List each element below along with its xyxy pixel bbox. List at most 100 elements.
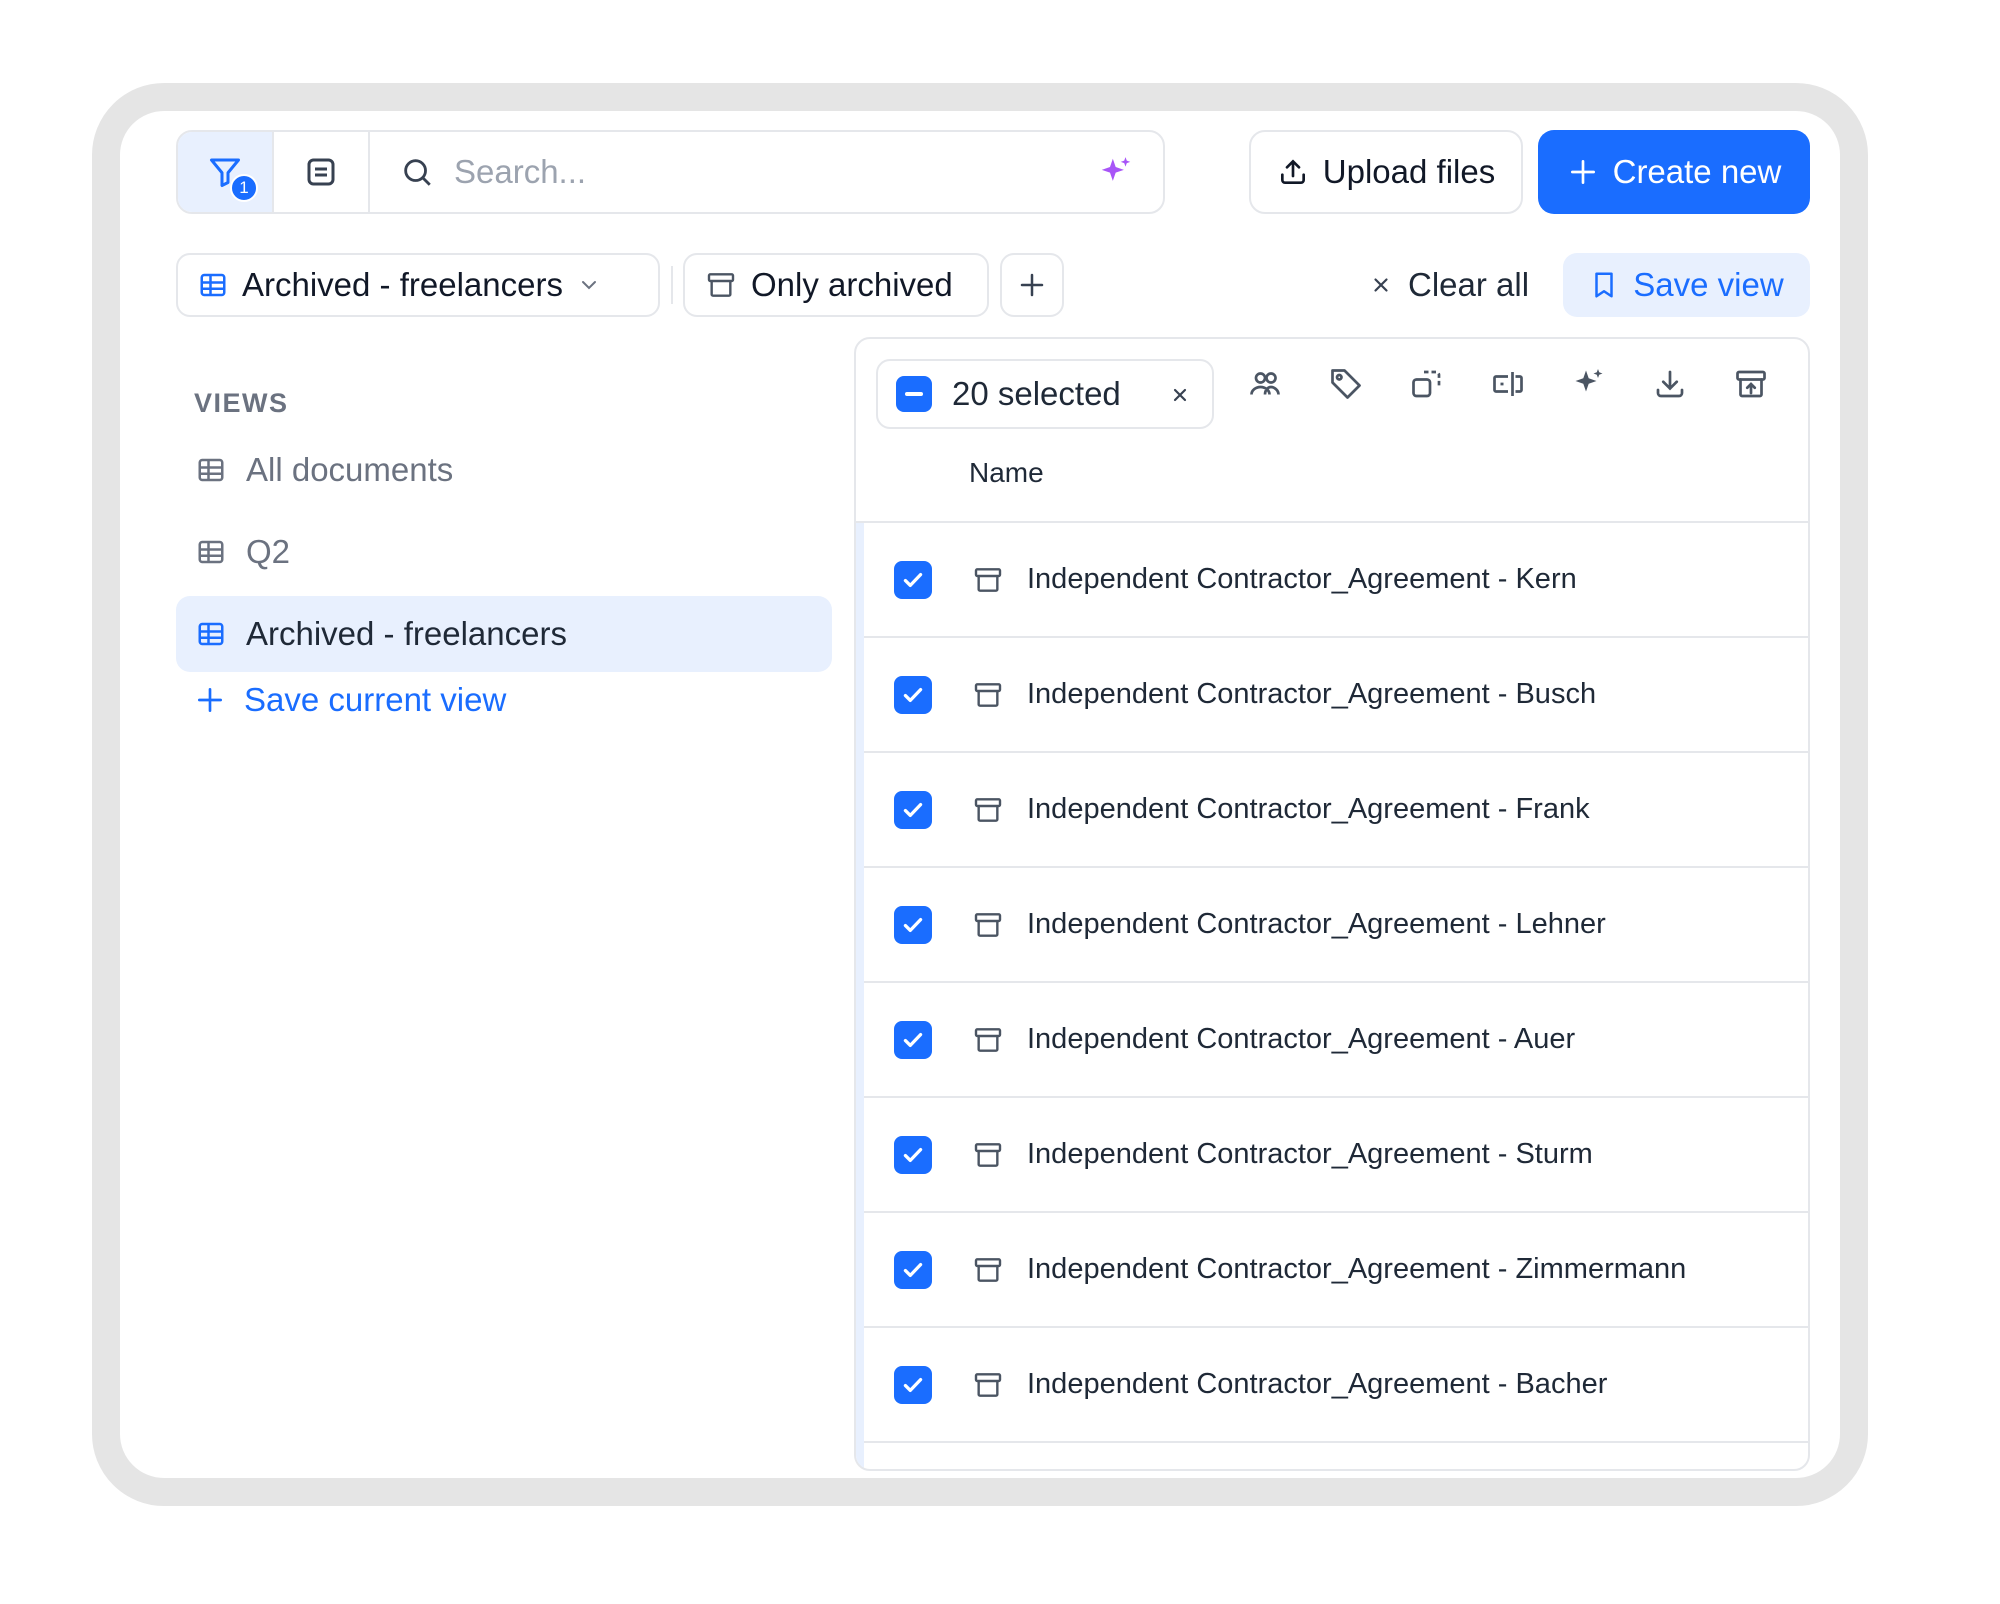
document-name[interactable]: Independent Contractor_Agreement - Lehne… [1027, 908, 1606, 941]
row-checkbox[interactable] [894, 790, 932, 829]
close-icon [1173, 388, 1187, 402]
bulk-actions [1246, 365, 1770, 403]
plus-icon [1020, 273, 1044, 297]
save-current-view-label: Save current view [244, 681, 507, 718]
check-icon [903, 1377, 923, 1392]
search-icon [404, 159, 431, 186]
plus-icon [198, 688, 222, 712]
create-new-label: Create new [1612, 153, 1782, 190]
close-icon [1374, 278, 1388, 292]
check-icon [903, 917, 923, 932]
users-icon [1250, 372, 1280, 395]
save-view-label: Save view [1633, 266, 1784, 303]
assign-users-button[interactable] [1246, 365, 1284, 403]
row-checkbox[interactable] [894, 1020, 932, 1059]
table-row[interactable]: Independent Contractor_Agreement - Kern [864, 523, 1808, 638]
tag-icon [1331, 369, 1361, 399]
upload-files-label: Upload files [1322, 153, 1496, 190]
document-name[interactable]: Independent Contractor_Agreement - Busch [1027, 678, 1596, 711]
search-toolbar: 1 [176, 130, 1165, 214]
document-name[interactable]: Independent Contractor_Agreement - Frank [1027, 793, 1590, 826]
row-checkbox[interactable] [894, 1250, 932, 1289]
sidebar-item-label: All documents [246, 451, 454, 488]
clear-selection-button[interactable] [1170, 379, 1190, 413]
rename-button[interactable] [1489, 365, 1527, 403]
check-icon [903, 802, 923, 817]
table-row[interactable]: Independent Contractor_Agreement - Zimme… [864, 1213, 1808, 1328]
check-icon [903, 687, 923, 702]
column-header-name[interactable]: Name [969, 457, 1044, 489]
app-frame: 1 Upload files Create new Archive [92, 83, 1868, 1506]
row-checkbox[interactable] [894, 675, 932, 714]
save-current-view-button[interactable]: Save current view [194, 681, 506, 719]
table-row[interactable]: Independent Contractor_Agreement - Sturm [864, 1098, 1808, 1213]
row-checkbox[interactable] [894, 1365, 932, 1404]
chevron-down-icon [581, 281, 596, 290]
archive-icon [974, 1142, 1002, 1167]
filter-count-badge: 1 [230, 174, 258, 202]
only-archived-label: Only archived [751, 266, 953, 303]
document-name[interactable]: Independent Contractor_Agreement - Sturm [1027, 1138, 1593, 1171]
unarchive-button[interactable] [1732, 365, 1770, 403]
table-icon [198, 458, 224, 482]
archive-icon [974, 682, 1002, 707]
views-heading: VIEWS [194, 388, 289, 418]
row-checkbox[interactable] [894, 905, 932, 944]
check-icon [903, 1032, 923, 1047]
save-view-button[interactable]: Save view [1563, 253, 1810, 317]
download-icon [1656, 370, 1684, 398]
document-name[interactable]: Independent Contractor_Agreement - Auer [1027, 1023, 1575, 1056]
add-filter-button[interactable] [1000, 253, 1064, 317]
documents-table: 20 selected Name Independent Contractor_… [854, 337, 1810, 1471]
document-name[interactable]: Independent Contractor_Agreement - Zimme… [1027, 1253, 1686, 1286]
download-button[interactable] [1651, 365, 1689, 403]
table-row[interactable]: Independent Contractor_Agreement - Auer [864, 983, 1808, 1098]
tag-button[interactable] [1327, 365, 1365, 403]
bookmark-icon [1595, 272, 1614, 298]
only-archived-chip[interactable]: Only archived [683, 253, 989, 317]
search-input[interactable] [454, 153, 1074, 191]
ai-search-button[interactable] [1097, 154, 1135, 197]
selected-count: 20 selected [952, 375, 1121, 412]
clear-all-button[interactable]: Clear all [1370, 253, 1529, 317]
archive-icon [974, 567, 1002, 592]
row-checkbox[interactable] [894, 560, 932, 599]
sparkle-icon [1575, 369, 1603, 392]
sidebar-item-archived-freelancers[interactable]: Archived - freelancers [176, 596, 832, 672]
copy-icon [1412, 370, 1441, 398]
archive-icon [707, 273, 735, 297]
clear-all-label: Clear all [1408, 266, 1530, 303]
table-row[interactable]: Independent Contractor_Agreement - Lehne… [864, 868, 1808, 983]
selection-bar: 20 selected [876, 359, 1214, 429]
plus-icon [1570, 160, 1595, 184]
filter-button[interactable]: 1 [178, 132, 274, 212]
upload-files-button[interactable]: Upload files [1249, 130, 1523, 214]
upload-icon [1280, 159, 1305, 184]
table-row[interactable]: Independent Contractor_Agreement - Busch [864, 638, 1808, 753]
filter-divider [671, 266, 673, 304]
row-checkbox[interactable] [894, 1135, 932, 1174]
sidebar-item-q2[interactable]: Q2 [176, 514, 832, 590]
select-all-checkbox[interactable] [896, 376, 932, 412]
create-new-button[interactable]: Create new [1538, 130, 1810, 214]
sidebar-item-all-documents[interactable]: All documents [176, 432, 832, 508]
sparkle-icon [1101, 157, 1131, 181]
archive-icon [974, 1257, 1002, 1282]
document-name[interactable]: Independent Contractor_Agreement - Kern [1027, 563, 1577, 596]
view-selector-chip[interactable]: Archived - freelancers [176, 253, 660, 317]
table-row[interactable]: Independent Contractor_Agreement - Frank [864, 753, 1808, 868]
check-icon [903, 572, 923, 587]
document-name[interactable]: Independent Contractor_Agreement - Bache… [1027, 1368, 1607, 1401]
table-row[interactable]: Independent Contractor_Agreement - Bache… [864, 1328, 1808, 1443]
table-icon [198, 540, 224, 564]
table-body: Independent Contractor_Agreement - Kern … [864, 523, 1808, 1443]
ai-action-button[interactable] [1570, 365, 1608, 403]
view-selector-label: Archived - freelancers [242, 266, 563, 303]
check-icon [903, 1262, 923, 1277]
duplicate-button[interactable] [1408, 365, 1446, 403]
archive-icon [974, 1027, 1002, 1052]
archive-icon [1736, 370, 1766, 398]
layout-toggle-button[interactable] [274, 132, 370, 212]
archive-icon [974, 912, 1002, 937]
sidebar-item-label: Archived - freelancers [246, 615, 567, 652]
